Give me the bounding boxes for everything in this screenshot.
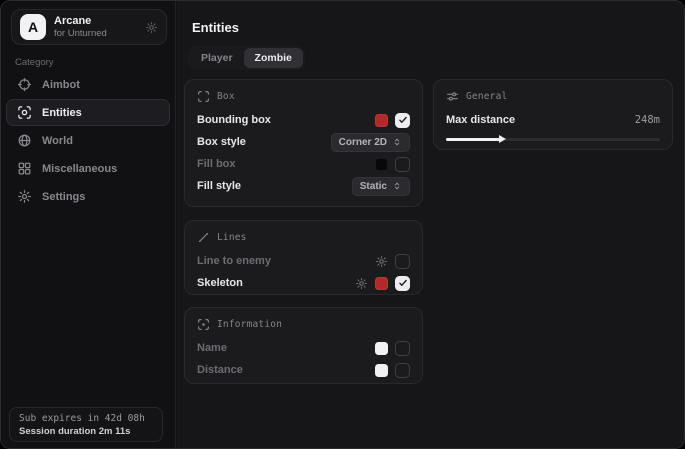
page-title: Entities <box>192 20 239 35</box>
line-icon <box>197 231 210 244</box>
sidebar-item-world[interactable]: World <box>6 127 170 154</box>
information-section: Information Name Distance <box>184 307 423 384</box>
app-meta: Arcane for Unturned <box>54 15 137 40</box>
row-label: Box style <box>197 136 246 148</box>
scan-icon <box>197 90 210 103</box>
app-logo: A <box>20 14 46 40</box>
color-swatch[interactable] <box>375 277 388 290</box>
row-label: Line to enemy <box>197 255 271 267</box>
lines-section-header: Lines <box>197 230 410 245</box>
general-section-header: General <box>446 89 660 104</box>
scan-eye-icon <box>197 318 210 331</box>
row-label: Bounding box <box>197 114 271 126</box>
app-subtitle: for Unturned <box>54 29 137 39</box>
grid-icon <box>17 161 32 176</box>
tab-player[interactable]: Player <box>190 48 244 68</box>
sidebar-item-miscellaneous[interactable]: Miscellaneous <box>6 155 170 182</box>
app-header-card: A Arcane for Unturned <box>11 9 167 45</box>
row-label: Distance <box>197 364 243 376</box>
name-row: Name <box>197 337 410 359</box>
row-label: Name <box>197 342 227 354</box>
fill-box-checkbox[interactable] <box>395 157 410 172</box>
gear-icon[interactable] <box>355 277 368 290</box>
slider-fill <box>446 138 500 141</box>
entity-tabs: Player Zombie <box>188 46 305 70</box>
section-title: Information <box>217 319 282 330</box>
row-label: Skeleton <box>197 277 243 289</box>
fill-box-row: Fill box <box>197 153 410 175</box>
box-style-row: Box style Corner 2D <box>197 131 410 153</box>
max-distance-value: 248m <box>635 114 660 126</box>
fill-style-row: Fill style Static <box>197 175 410 197</box>
sliders-icon <box>446 90 459 103</box>
distance-row: Distance <box>197 359 410 381</box>
chevrons-up-down-icon <box>392 180 402 192</box>
category-label: Category <box>15 57 54 68</box>
box-section: Box Bounding box Box style Corner 2D <box>184 79 423 207</box>
sub-expires-text: Sub expires in 42d 08h <box>19 413 153 424</box>
name-checkbox[interactable] <box>395 341 410 356</box>
sidebar-item-entities[interactable]: Entities <box>6 99 170 126</box>
row-label: Fill box <box>197 158 236 170</box>
gear-icon[interactable] <box>375 255 388 268</box>
color-swatch[interactable] <box>375 158 388 171</box>
subscription-card: Sub expires in 42d 08h Session duration … <box>9 407 163 442</box>
select-value: Static <box>360 181 387 192</box>
skeleton-row: Skeleton <box>197 272 410 294</box>
max-distance-row: Max distance 248m <box>446 109 660 131</box>
sidebar-item-aimbot[interactable]: Aimbot <box>6 71 170 98</box>
fill-style-select[interactable]: Static <box>352 177 410 196</box>
lines-section: Lines Line to enemy Skeleton <box>184 220 423 295</box>
section-title: Lines <box>217 232 247 243</box>
color-swatch[interactable] <box>375 342 388 355</box>
max-distance-slider-row <box>446 134 660 144</box>
bounding-box-row: Bounding box <box>197 109 410 131</box>
line-to-enemy-row: Line to enemy <box>197 250 410 272</box>
globe-icon <box>17 133 32 148</box>
sidebar: A Arcane for Unturned Category Aimbot En… <box>1 1 176 448</box>
distance-checkbox[interactable] <box>395 363 410 378</box>
section-title: Box <box>217 91 235 102</box>
slider-track <box>446 138 660 141</box>
main-panel: Entities Player Zombie Box Bounding box … <box>177 1 684 448</box>
sidebar-nav: Aimbot Entities World Miscellaneous Sett… <box>6 71 170 211</box>
app-window: A Arcane for Unturned Category Aimbot En… <box>0 0 685 449</box>
box-section-header: Box <box>197 89 410 104</box>
session-duration-text: Session duration 2m 11s <box>19 426 153 437</box>
sidebar-item-label: Settings <box>42 191 85 203</box>
section-title: General <box>466 91 507 102</box>
check-icon <box>398 115 408 125</box>
color-swatch[interactable] <box>375 114 388 127</box>
row-label: Max distance <box>446 114 515 126</box>
information-section-header: Information <box>197 317 410 332</box>
sidebar-item-label: Entities <box>42 107 82 119</box>
check-icon <box>398 278 408 288</box>
gear-icon[interactable] <box>145 21 158 34</box>
skeleton-checkbox[interactable] <box>395 276 410 291</box>
line-to-enemy-checkbox[interactable] <box>395 254 410 269</box>
select-value: Corner 2D <box>339 137 387 148</box>
sidebar-item-label: Aimbot <box>42 79 80 91</box>
box-style-select[interactable]: Corner 2D <box>331 133 410 152</box>
gear-icon <box>17 189 32 204</box>
tab-zombie[interactable]: Zombie <box>244 48 303 68</box>
chevrons-up-down-icon <box>392 136 402 148</box>
general-section: General Max distance 248m <box>433 79 673 150</box>
max-distance-slider[interactable] <box>446 134 660 144</box>
sidebar-item-settings[interactable]: Settings <box>6 183 170 210</box>
crosshair-icon <box>17 77 32 92</box>
scan-box-icon <box>17 105 32 120</box>
color-swatch[interactable] <box>375 364 388 377</box>
row-label: Fill style <box>197 180 241 192</box>
sidebar-item-label: World <box>42 135 73 147</box>
sidebar-item-label: Miscellaneous <box>42 163 117 175</box>
app-name: Arcane <box>54 15 137 27</box>
slider-thumb[interactable] <box>499 135 506 143</box>
bounding-box-checkbox[interactable] <box>395 113 410 128</box>
